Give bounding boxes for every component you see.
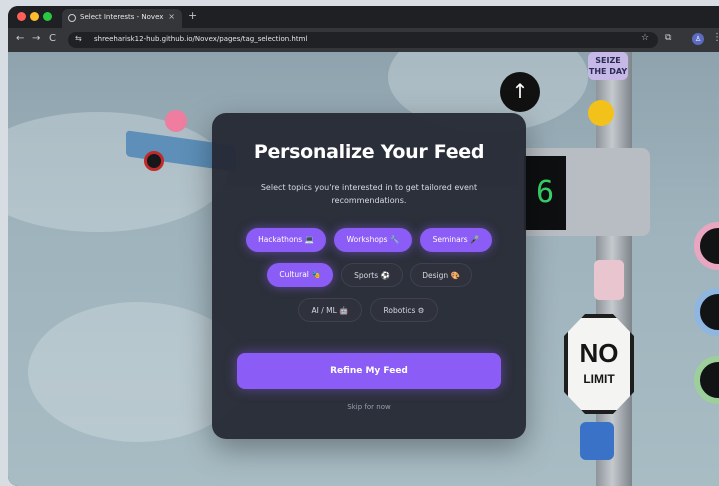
profile-avatar-icon[interactable]: ♙ [692, 33, 704, 45]
countdown-display: 6 [524, 156, 566, 230]
tab-title: Select Interests - Novex [80, 13, 164, 21]
tag-chip-workshops[interactable]: Workshops 🔧 [334, 228, 412, 252]
site-info-icon[interactable]: ⇆ [75, 34, 82, 43]
refine-my-feed-button[interactable]: Refine My Feed [237, 353, 501, 389]
tag-chip-design[interactable]: Design 🎨 [410, 263, 472, 287]
skip-for-now-link[interactable]: Skip for now [212, 403, 526, 411]
personalize-feed-modal: Personalize Your Feed Select topics you'… [212, 113, 526, 439]
pink-sticker [594, 260, 624, 300]
maximize-window-button[interactable] [43, 12, 52, 21]
new-tab-button[interactable]: + [188, 9, 197, 22]
browser-tab[interactable]: Select Interests - Novex × [62, 9, 182, 28]
tag-chip-seminars[interactable]: Seminars 🎤 [420, 228, 492, 252]
no-limit-sign: NO LIMIT [564, 314, 634, 414]
blue-sticker [580, 422, 614, 460]
camera-lens-decoration [144, 151, 164, 171]
close-tab-icon[interactable]: × [168, 12, 175, 21]
close-window-button[interactable] [17, 12, 26, 21]
sign-no-text: NO [579, 338, 619, 368]
background-cloud [8, 112, 228, 232]
address-bar[interactable]: ⇆ shreeharisk12-hub.github.io/Novex/page… [68, 32, 658, 48]
tag-chip-robotics[interactable]: Robotics ⚙ [370, 298, 438, 322]
flower-decoration [165, 110, 187, 132]
tag-chip-cultural[interactable]: Cultural 🎭 [267, 263, 333, 287]
url-text[interactable]: shreeharisk12-hub.github.io/Novex/pages/… [94, 35, 307, 43]
tag-chip-sports[interactable]: Sports ⚽ [341, 263, 403, 287]
extensions-icon[interactable]: ⧉ [665, 33, 671, 43]
seize-the-day-sticker: SEIZE THE DAY [588, 52, 628, 80]
page-viewport: ↑ SEIZE THE DAY 6 NO LIMIT Personalize Y… [8, 52, 719, 486]
reload-icon[interactable]: C [49, 33, 56, 44]
minimize-window-button[interactable] [30, 12, 39, 21]
smiley-sticker-icon [588, 100, 614, 126]
traffic-light-green [694, 356, 719, 404]
up-arrow-sign-icon: ↑ [500, 72, 540, 112]
globe-icon [68, 14, 76, 22]
browser-toolbar: ← → C ⇆ shreeharisk12-hub.github.io/Nove… [8, 28, 719, 52]
tag-chip-hackathons[interactable]: Hackathons 💻 [246, 228, 326, 252]
tab-bar: Select Interests - Novex × + [8, 6, 719, 28]
traffic-light-yellow [694, 288, 719, 336]
back-arrow-icon[interactable]: ← [16, 33, 24, 44]
browser-menu-icon[interactable]: ⋮ [712, 32, 719, 43]
sign-limit-text: LIMIT [583, 372, 615, 386]
forward-arrow-icon[interactable]: → [32, 33, 40, 44]
modal-subtitle: Select topics you're interested in to ge… [260, 183, 478, 205]
bookmark-star-icon[interactable]: ☆ [641, 33, 649, 43]
browser-window: Select Interests - Novex × + ← → C ⇆ shr… [8, 6, 719, 486]
modal-title: Personalize Your Feed [253, 141, 485, 163]
tag-chip-ai-ml[interactable]: AI / ML 🤖 [298, 298, 362, 322]
traffic-light-red [694, 222, 719, 270]
